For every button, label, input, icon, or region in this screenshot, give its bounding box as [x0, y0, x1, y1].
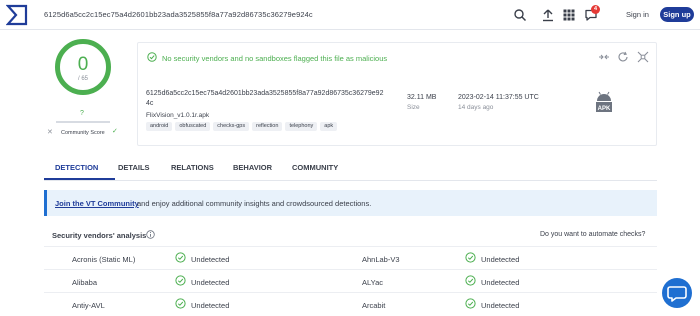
detection-score-ring: 0 / 65	[55, 39, 111, 95]
vendor-row: Antiy-AVL Undetected Arcabit Undetected	[44, 292, 657, 315]
vendor-result: Undetected	[191, 278, 230, 287]
graph-view-icon[interactable]	[637, 51, 649, 63]
info-icon[interactable]	[146, 230, 155, 239]
join-community-link[interactable]: Join the VT Community	[55, 199, 139, 208]
search-value: 6125d6a5cc2c15ec75a4d2601bb23ada3525855f…	[44, 10, 313, 19]
chat-button[interactable]	[662, 278, 692, 308]
file-size-label: Size	[407, 104, 420, 111]
search-icon[interactable]	[513, 8, 527, 22]
apps-grid-icon[interactable]	[562, 8, 576, 22]
community-banner: Join the VT Community and enjoy addition…	[44, 190, 657, 216]
search-input[interactable]: 6125d6a5cc2c15ec75a4d2601bb23ada3525855f…	[36, 4, 532, 26]
vendor-name: AhnLab-V3	[362, 255, 400, 264]
check-circle-icon	[147, 52, 157, 62]
file-tag[interactable]: reflection	[252, 122, 283, 131]
check-circle-icon	[465, 252, 476, 263]
upload-icon[interactable]	[541, 8, 555, 22]
vendor-row: Acronis (Static ML) Undetected AhnLab-V3…	[44, 246, 657, 269]
automate-checks-link[interactable]: Do you want to automate checks?	[540, 231, 645, 238]
virustotal-logo-icon[interactable]	[6, 4, 28, 26]
verdict-banner: No security vendors and no sandboxes fla…	[138, 43, 656, 71]
check-circle-icon	[465, 275, 476, 286]
community-score-label: Community Score	[61, 130, 105, 136]
vendor-name: Acronis (Static ML)	[72, 255, 136, 264]
vendor-result: Undetected	[481, 278, 520, 287]
file-name: FlixVision_v1.0.1r.apk	[146, 112, 210, 119]
vendor-result: Undetected	[191, 301, 230, 310]
vendor-name: ALYac	[362, 278, 383, 287]
file-summary-card: No security vendors and no sandboxes fla…	[137, 42, 657, 146]
check-circle-icon	[175, 275, 186, 286]
file-hash: 6125d6a5cc2c15ec75a4d2601bb23ada3525855f…	[146, 90, 384, 107]
sign-up-button[interactable]: Sign up	[660, 7, 694, 22]
tab-relations[interactable]: RELATIONS	[171, 163, 214, 172]
tab-details[interactable]: DETAILS	[118, 163, 150, 172]
detection-score-value: 0	[77, 54, 89, 75]
vote-malicious-icon[interactable]: ✕	[47, 128, 53, 136]
tab-community[interactable]: COMMUNITY	[292, 163, 338, 172]
file-size-value: 32.11 MB	[407, 94, 437, 101]
vendor-row: Alibaba Undetected ALYac Undetected	[44, 269, 657, 292]
file-tag[interactable]: telephony	[285, 122, 318, 131]
check-circle-icon	[175, 298, 186, 309]
vendor-result: Undetected	[191, 255, 230, 264]
vendor-name: Arcabit	[362, 301, 386, 310]
community-score-bar	[56, 121, 110, 123]
vendor-name: Antiy-AVL	[72, 301, 105, 310]
vendors-section-title: Security vendors' analysis	[52, 231, 147, 240]
verdict-text: No security vendors and no sandboxes fla…	[162, 54, 388, 63]
last-analysis-ago: 14 days ago	[458, 104, 494, 111]
vendor-result: Undetected	[481, 301, 520, 310]
chat-bubble-icon	[667, 286, 687, 302]
vote-harmless-icon[interactable]: ✓	[112, 127, 118, 135]
apk-file-type-icon: APK	[596, 91, 612, 112]
file-tag[interactable]: obfuscated	[175, 122, 211, 131]
community-banner-text: and enjoy additional community insights …	[137, 199, 372, 208]
file-tag[interactable]: android	[146, 122, 173, 131]
file-tags: android obfuscated checks-gps reflection…	[146, 122, 338, 131]
sign-in-link[interactable]: Sign in	[626, 10, 649, 19]
tab-behavior[interactable]: BEHAVIOR	[233, 163, 272, 172]
similar-files-icon[interactable]	[598, 51, 610, 63]
community-score-value: ?	[80, 110, 84, 117]
apk-icon-label: APK	[598, 106, 611, 112]
reanalyze-icon[interactable]	[617, 51, 629, 63]
tabs-divider	[44, 180, 657, 181]
file-tag[interactable]: checks-gps	[213, 122, 250, 131]
notification-count-badge: 4	[591, 5, 600, 14]
check-circle-icon	[465, 298, 476, 309]
last-analysis-date: 2023-02-14 11:37:55 UTC	[458, 94, 539, 101]
detection-score-total: / 65	[77, 76, 88, 82]
tab-detection[interactable]: DETECTION	[55, 163, 98, 172]
top-bar: 6125d6a5cc2c15ec75a4d2601bb23ada3525855f…	[0, 0, 700, 30]
vendor-result: Undetected	[481, 255, 520, 264]
check-circle-icon	[175, 252, 186, 263]
file-tag[interactable]: apk	[320, 122, 338, 131]
vendor-name: Alibaba	[72, 278, 98, 287]
